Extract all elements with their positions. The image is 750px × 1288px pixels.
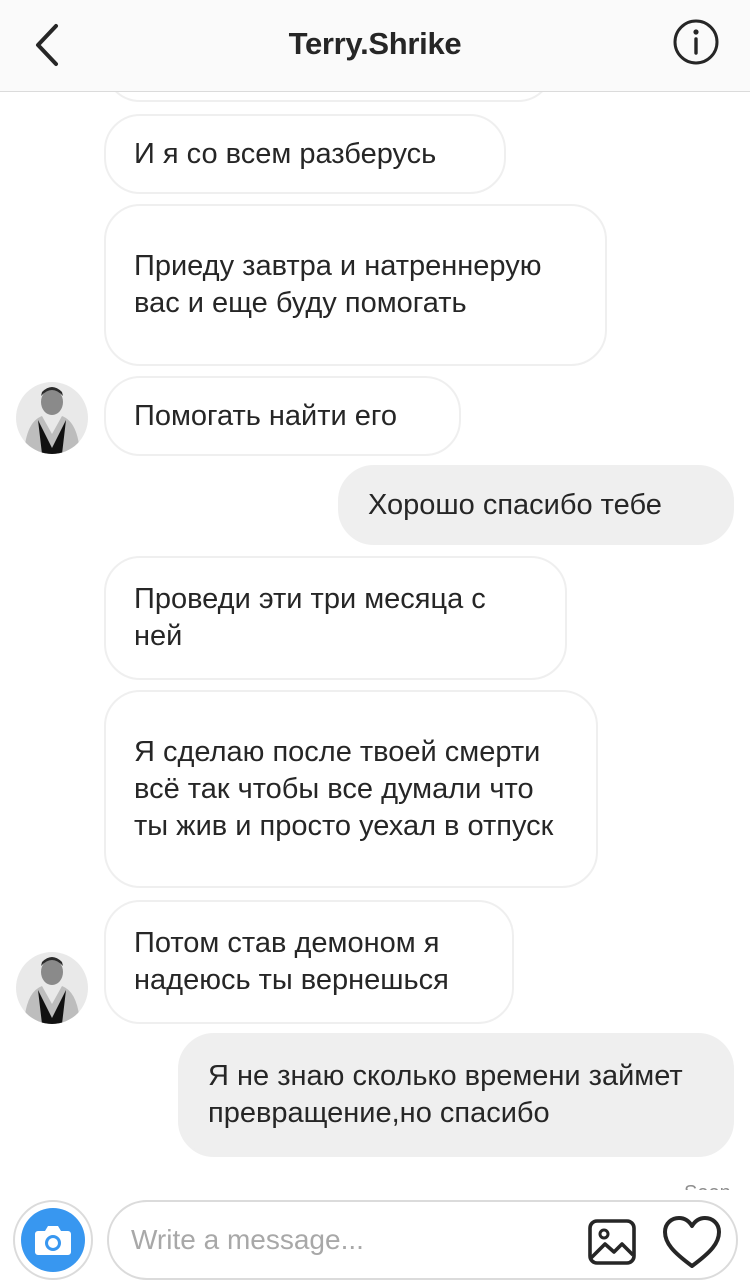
message-bubble-incoming[interactable]: Потом став демоном я надеюсь ты вернешьс…: [104, 900, 514, 1024]
message-composer: [0, 1190, 750, 1288]
info-icon: [673, 19, 719, 65]
message-bubble-outgoing[interactable]: Хорошо спасибо тебе: [338, 465, 734, 545]
message-bubble-incoming[interactable]: Приеду завтра и натреннерую вас и еще бу…: [104, 204, 607, 366]
gallery-button[interactable]: [587, 1218, 637, 1266]
avatar-photo-icon: [16, 952, 88, 1024]
message-text: Приеду завтра и натреннерую вас и еще бу…: [134, 250, 542, 319]
message-input-container: [107, 1200, 738, 1280]
camera-button[interactable]: [13, 1200, 93, 1280]
message-text: Я не знаю сколько времени займет превращ…: [208, 1060, 683, 1129]
message-bubble-incoming[interactable]: Я сделаю после твоей смерти всё так чтоб…: [104, 690, 598, 888]
message-bubble-incoming[interactable]: И я со всем разберусь: [104, 114, 506, 194]
message-bubble-incoming[interactable]: Проведи эти три месяца с ней: [104, 556, 567, 680]
message-text: Потом став демоном я надеюсь ты вернешьс…: [134, 927, 449, 996]
chat-title[interactable]: Terry.Shrike: [0, 26, 750, 62]
seen-label: Seen: [684, 1182, 731, 1190]
message-text: Проведи эти три месяца с ней: [134, 583, 486, 652]
message-bubble-partial: [104, 92, 554, 102]
message-text: И я со всем разберусь: [134, 137, 437, 170]
avatar[interactable]: [16, 952, 88, 1024]
info-button[interactable]: [672, 18, 720, 66]
camera-icon: [35, 1226, 71, 1255]
avatar-photo-icon: [16, 382, 88, 454]
heart-icon: [663, 1216, 721, 1268]
message-thread[interactable]: И я со всем разберусь Приеду завтра и на…: [0, 92, 750, 1190]
chat-header: Terry.Shrike: [0, 0, 750, 92]
message-text: Я сделаю после твоей смерти всё так чтоб…: [134, 735, 554, 842]
heart-button[interactable]: [661, 1214, 723, 1270]
message-bubble-incoming[interactable]: Помогать найти его: [104, 376, 461, 456]
camera-button-fill: [21, 1208, 85, 1272]
message-bubble-outgoing[interactable]: Я не знаю сколько времени займет превращ…: [178, 1033, 734, 1157]
gallery-icon: [588, 1219, 636, 1265]
message-text: Хорошо спасибо тебе: [368, 488, 662, 521]
avatar[interactable]: [16, 382, 88, 454]
message-input[interactable]: [131, 1216, 571, 1264]
message-text: Помогать найти его: [134, 399, 397, 432]
